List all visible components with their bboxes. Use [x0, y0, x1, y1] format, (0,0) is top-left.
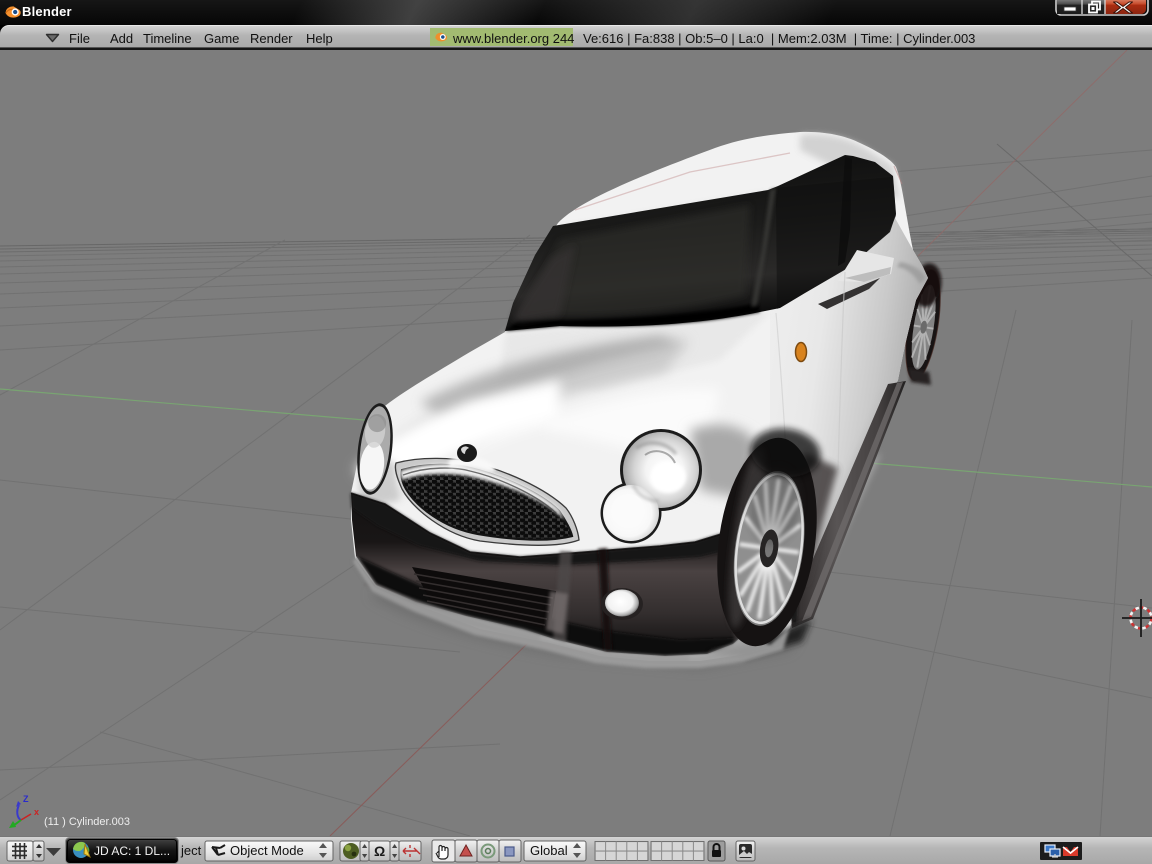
svg-text:Object Mode: Object Mode [230, 843, 304, 858]
svg-text:Z: Z [23, 794, 29, 804]
svg-text:Global: Global [530, 843, 568, 858]
svg-text:ject: ject [180, 843, 202, 858]
svg-text:JD AC: 1 DL...: JD AC: 1 DL... [94, 844, 170, 858]
svg-text:Ω: Ω [374, 843, 385, 859]
svg-text:x: x [34, 807, 39, 817]
